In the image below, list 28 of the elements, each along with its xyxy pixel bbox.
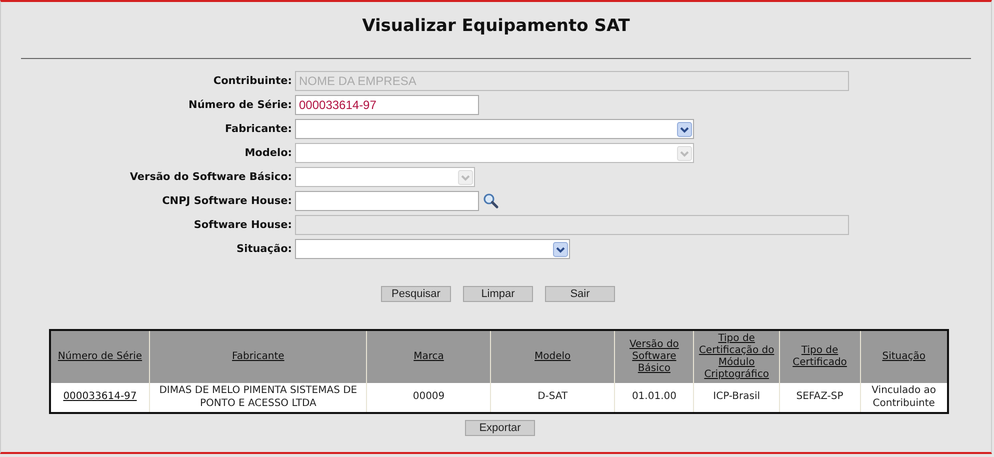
field-label: Situação:	[236, 243, 293, 255]
page-title: Visualizar Equipamento SAT	[361, 16, 631, 37]
form-button[interactable]: Sair	[545, 286, 615, 302]
form-button[interactable]: Limpar	[463, 286, 533, 302]
table-cell: ICP-Brasil	[713, 391, 760, 402]
table-cell: SEFAZ-SP	[796, 391, 844, 402]
table-cell: Vinculado ao Contribuinte	[872, 385, 936, 408]
field-label: CNPJ Software House:	[161, 195, 293, 207]
column-header-link[interactable]: Marca	[414, 351, 444, 363]
column-header-link[interactable]: Situação	[882, 351, 926, 363]
text-field[interactable]: 000033614-97	[295, 95, 479, 115]
field-label: Contribuinte:	[212, 75, 293, 87]
table-cell: 00009	[412, 391, 445, 402]
column-header-link[interactable]: Número de Série	[58, 351, 142, 363]
form-button[interactable]: Pesquisar	[381, 286, 451, 302]
field-label: Software House:	[192, 219, 293, 231]
field-label: Fabricante:	[224, 123, 293, 135]
column-header-link[interactable]: Fabricante	[232, 351, 284, 363]
table-cell: D-SAT	[538, 391, 568, 402]
export-button[interactable]: Exportar	[465, 420, 535, 436]
column-header-link[interactable]: Modelo	[534, 351, 571, 363]
search-icon[interactable]	[483, 193, 499, 209]
table-cell: 01.01.00	[632, 391, 676, 402]
field-label: Número de Série:	[188, 99, 293, 111]
field-label: Modelo:	[244, 147, 293, 159]
table-cell: DIMAS DE MELO PIMENTA SISTEMAS DE PONTO E ACESSO LTDA	[159, 385, 358, 408]
text-field[interactable]	[295, 191, 479, 211]
field-label: Versão do Software Básico:	[128, 171, 293, 183]
